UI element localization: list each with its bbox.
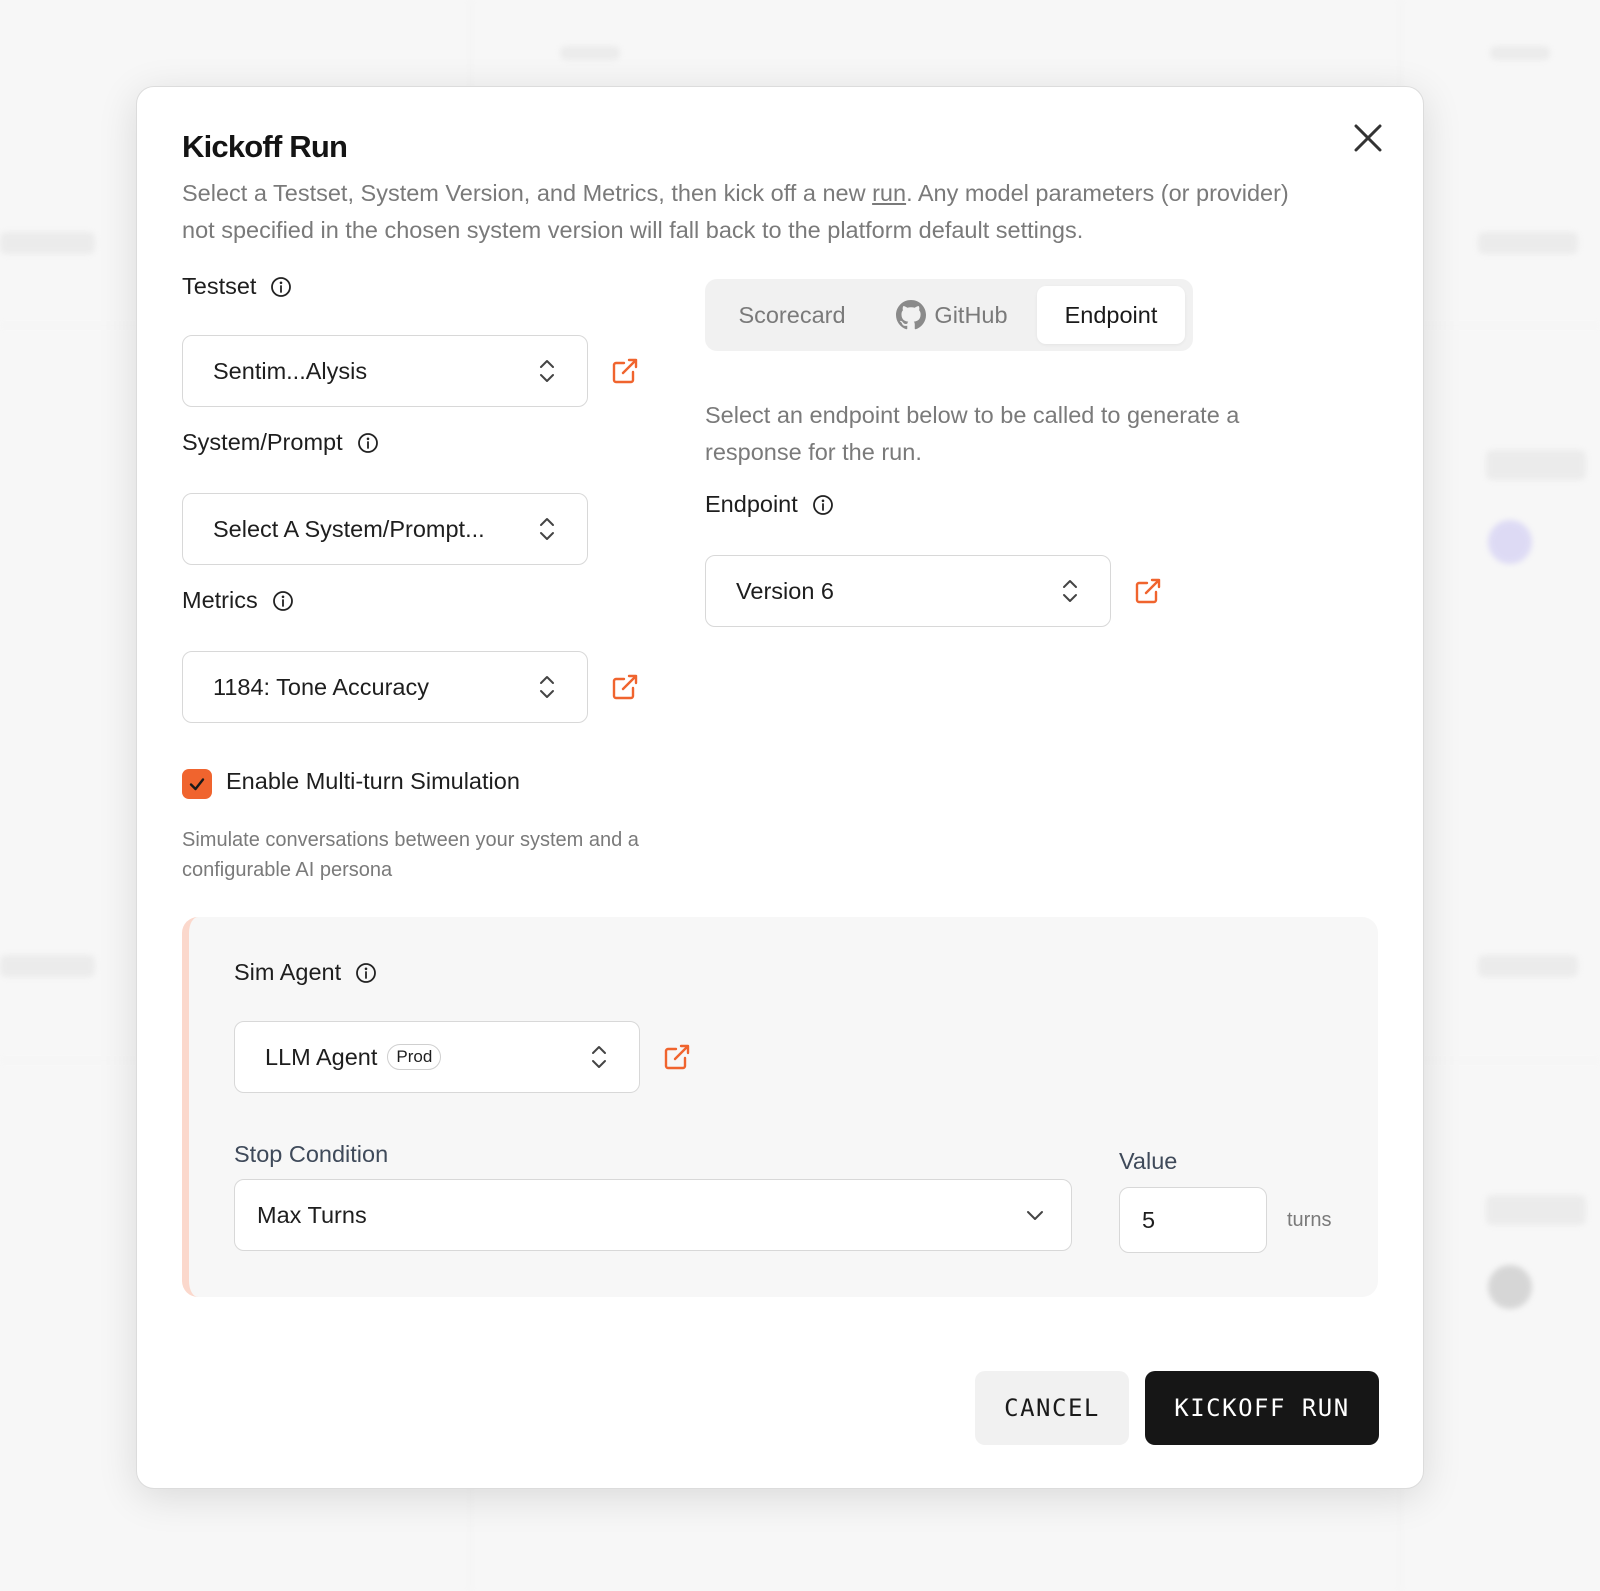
bg-block [1486, 450, 1586, 480]
run-link[interactable]: run [872, 180, 906, 206]
tab-endpoint[interactable]: Endpoint [1037, 286, 1185, 344]
metrics-select[interactable]: 1184: Tone Accuracy [182, 651, 588, 723]
bg-block [1486, 1195, 1586, 1225]
testset-label: Testset [182, 273, 257, 299]
sim-agent-label: Sim Agent [234, 959, 342, 985]
system-prompt-label-row: System/Prompt [182, 429, 379, 456]
testset-select[interactable]: Sentim...Alysis [182, 335, 588, 407]
description-text: Select a Testset, System Version, and Me… [182, 180, 873, 206]
system-prompt-select[interactable]: Select A System/Prompt... [182, 493, 588, 565]
chevron-up-down-icon [1063, 580, 1077, 602]
metrics-label-row: Metrics [182, 587, 294, 614]
system-prompt-value: Select A System/Prompt... [213, 515, 485, 542]
tab-scorecard[interactable]: Scorecard [717, 286, 867, 344]
testset-value: Sentim...Alysis [213, 357, 368, 384]
endpoint-value: Version 6 [736, 577, 834, 604]
close-icon[interactable] [1351, 121, 1385, 155]
cancel-button[interactable]: CANCEL [975, 1371, 1129, 1445]
bg-avatar [1488, 520, 1532, 564]
github-icon [896, 300, 927, 330]
stop-condition-select[interactable]: Max Turns [234, 1179, 1072, 1251]
endpoint-label-row: Endpoint [705, 491, 834, 518]
bg-block [0, 955, 95, 977]
tab-label: Scorecard [738, 301, 846, 328]
modal-title: Kickoff Run [182, 129, 348, 164]
bg-block [1490, 46, 1550, 60]
value-input-text: 5 [1142, 1206, 1156, 1233]
value-label: Value [1119, 1148, 1178, 1174]
bg-block [560, 46, 620, 60]
sim-agent-label-row: Sim Agent [234, 959, 377, 986]
bg-block [1478, 232, 1578, 254]
modal-description: Select a Testset, System Version, and Me… [182, 175, 1322, 249]
stop-condition-label: Stop Condition [234, 1141, 389, 1167]
multi-turn-checkbox[interactable] [182, 769, 212, 799]
testset-label-row: Testset [182, 273, 292, 300]
chevron-up-down-icon [540, 518, 554, 540]
endpoint-description: Select an endpoint below to be called to… [705, 402, 1240, 465]
simulation-panel: Sim Agent LLM Agent Prod Stop Condition … [182, 917, 1378, 1297]
checkmark-icon [189, 778, 205, 791]
chevron-up-down-icon [592, 1046, 606, 1068]
endpoint-select[interactable]: Version 6 [705, 555, 1111, 627]
status-badge: Prod [387, 1044, 442, 1070]
info-icon[interactable] [270, 276, 292, 298]
tab-github[interactable]: GitHub [877, 286, 1027, 344]
external-link-icon[interactable] [663, 1043, 691, 1071]
source-tabs: Scorecard GitHub Endpoint [705, 279, 1193, 351]
tab-label: Endpoint [1064, 301, 1158, 328]
info-icon[interactable] [272, 590, 294, 612]
bg-block [0, 232, 95, 254]
external-link-icon[interactable] [611, 357, 639, 385]
sim-agent-value: LLM Agent [265, 1043, 378, 1070]
info-icon[interactable] [355, 962, 377, 984]
multi-turn-label[interactable]: Enable Multi-turn Simulation [226, 768, 520, 795]
bg-avatar [1488, 1265, 1532, 1309]
info-icon[interactable] [357, 432, 379, 454]
turns-unit: turns [1287, 1209, 1332, 1231]
external-link-icon[interactable] [611, 673, 639, 701]
kickoff-run-modal: Kickoff Run Select a Testset, System Ver… [136, 86, 1424, 1489]
chevron-up-down-icon [540, 676, 554, 698]
multi-turn-help: Simulate conversations between your syst… [182, 829, 639, 881]
chevron-down-icon [1027, 1211, 1043, 1220]
info-icon[interactable] [812, 494, 834, 516]
metrics-value: 1184: Tone Accuracy [213, 673, 429, 700]
stop-condition-value: Max Turns [257, 1201, 367, 1228]
external-link-icon[interactable] [1134, 577, 1162, 605]
endpoint-label: Endpoint [705, 491, 798, 517]
kickoff-run-button[interactable]: KICKOFF RUN [1145, 1371, 1379, 1445]
value-input[interactable]: 5 [1119, 1187, 1267, 1253]
tab-label: GitHub [934, 301, 1008, 328]
sim-agent-select[interactable]: LLM Agent Prod [234, 1021, 640, 1093]
system-prompt-label: System/Prompt [182, 429, 343, 455]
metrics-label: Metrics [182, 587, 258, 613]
bg-block [1478, 955, 1578, 977]
chevron-up-down-icon [540, 360, 554, 382]
